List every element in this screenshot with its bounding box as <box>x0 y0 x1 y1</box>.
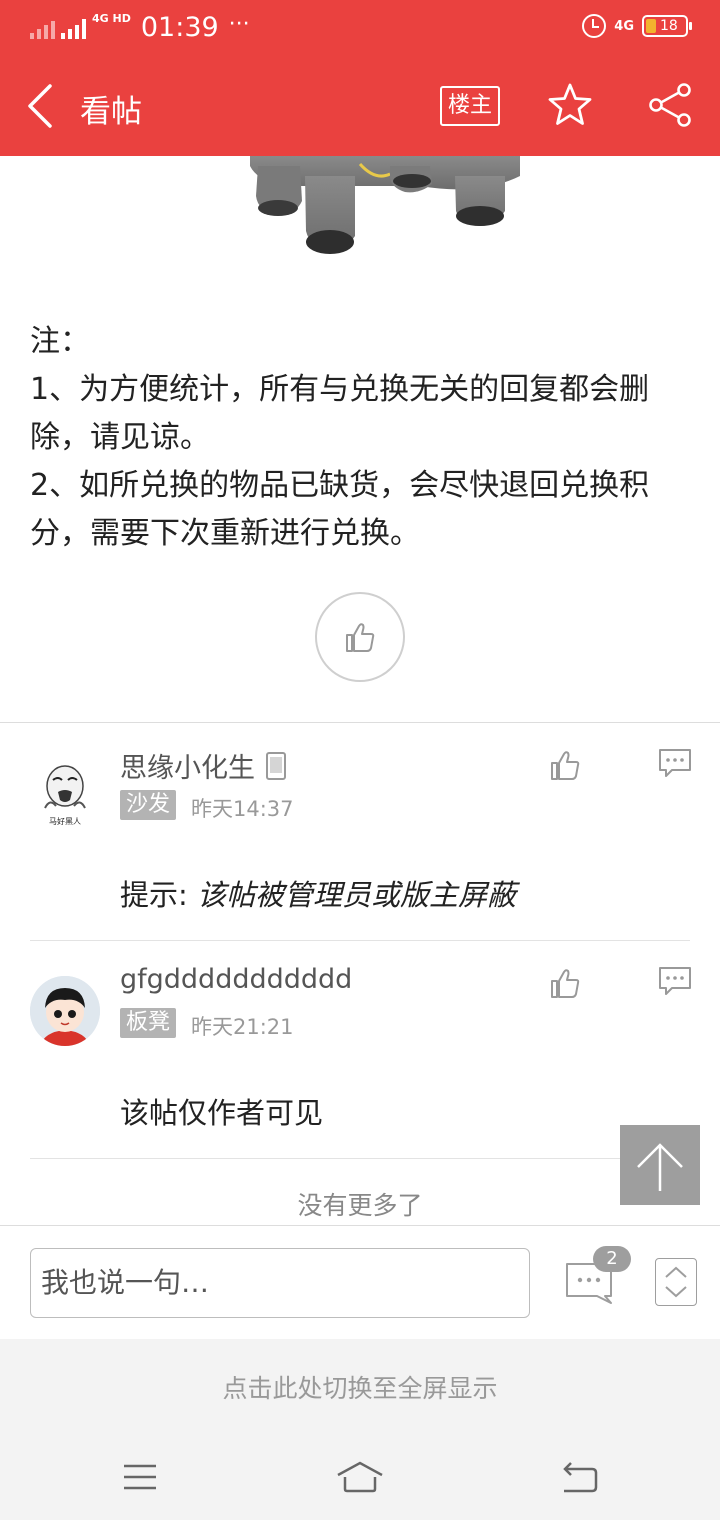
reply-bubble-icon[interactable] <box>658 966 692 996</box>
thumbs-up-icon <box>346 623 375 652</box>
nav-bar: 看帖 楼主 <box>0 58 720 156</box>
fullscreen-toggle[interactable]: 点击此处切换至全屏显示 <box>0 1339 720 1439</box>
status-right: 4G 18 <box>582 14 692 38</box>
cartoon-kid-avatar-image <box>30 976 100 1046</box>
comment-count-badge: 2 <box>593 1246 631 1272</box>
page-title: 看帖 <box>80 94 142 130</box>
top-bar: 4G HD 01:39 ··· 4G 18 看帖 楼主 <box>0 0 720 156</box>
arrow-up-icon <box>637 1143 683 1191</box>
status-time: 01:39 <box>140 12 219 43</box>
signal-strong-icon <box>61 17 86 39</box>
plush-toy-image <box>250 156 520 254</box>
comment-user-row: gfgddddddddddd <box>120 964 352 995</box>
owner-only-button[interactable]: 楼主 <box>440 86 500 126</box>
post-line: 1、为方便统计，所有与兑换无关的回复都会删除，请见谅。 <box>30 372 650 455</box>
network-type-left: 4G HD <box>92 12 131 25</box>
home-icon[interactable] <box>336 1457 384 1497</box>
chevron-left-icon <box>28 84 52 128</box>
comment-body: 该帖仅作者可见 <box>120 1090 323 1132</box>
comment-time: 昨天21:21 <box>191 1015 294 1039</box>
post-body: 注： 1、为方便统计，所有与兑换无关的回复都会删除，请见谅。 2、如所兑换的物品… <box>30 318 695 558</box>
section-divider <box>0 722 720 723</box>
reply-bubble-icon[interactable] <box>658 748 692 778</box>
back-button[interactable] <box>26 80 66 132</box>
thumbs-up-icon[interactable] <box>548 748 582 782</box>
post-image <box>0 156 720 276</box>
mobile-device-icon <box>266 751 286 780</box>
thumbs-up-icon[interactable] <box>548 966 582 1000</box>
signal-icon <box>30 17 55 39</box>
floor-badge: 沙发 <box>120 790 177 820</box>
comment-input[interactable]: 我也说一句… <box>30 1248 530 1318</box>
comment-body: 提示: 该帖被管理员或版主屏蔽 <box>120 872 516 914</box>
chevron-up-down-icon <box>665 1266 687 1298</box>
battery-level: 18 <box>660 18 678 34</box>
floor-badge: 板凳 <box>120 1008 177 1038</box>
avatar-caption: 马好黑人 <box>49 816 81 826</box>
post-line: 2、如所兑换的物品已缺货，会尽快退回兑换积分，需要下次重新进行兑换。 <box>30 468 650 551</box>
back-nav-icon[interactable] <box>560 1457 600 1497</box>
post-like-button[interactable] <box>315 592 405 682</box>
comment-divider <box>30 1158 690 1159</box>
avatar[interactable] <box>30 976 100 1046</box>
comment-divider <box>30 940 690 941</box>
status-dots: ··· <box>228 12 250 37</box>
comment-username[interactable]: 思缘小化生 <box>120 746 255 785</box>
meme-face-avatar-image: 马好黑人 <box>30 758 100 828</box>
network-type-right: 4G <box>614 18 634 34</box>
comment-time: 昨天14:37 <box>191 797 294 821</box>
comment-user-row: 思缘小化生 <box>120 746 287 785</box>
menu-icon[interactable] <box>120 1457 160 1497</box>
share-icon[interactable] <box>648 82 694 128</box>
star-icon[interactable] <box>547 82 593 128</box>
avatar[interactable]: 马好黑人 <box>30 758 100 828</box>
scroll-to-top-button[interactable] <box>620 1125 700 1205</box>
page-jump-button[interactable] <box>655 1258 697 1306</box>
comment-text: 该帖被管理员或版主屏蔽 <box>197 878 517 912</box>
status-left: 4G HD 01:39 ··· <box>30 12 250 43</box>
alarm-icon <box>582 14 607 38</box>
post-line: 注： <box>30 324 90 359</box>
system-nav-bar <box>0 1439 720 1520</box>
comment-bar: 我也说一句… 2 <box>0 1225 720 1338</box>
battery-icon: 18 <box>642 15 692 37</box>
comment-prefix: 提示: <box>120 878 197 912</box>
status-bar: 4G HD 01:39 ··· 4G 18 <box>0 0 720 58</box>
no-more-label: 没有更多了 <box>297 1191 423 1220</box>
comment-text: 该帖仅作者可见 <box>120 1096 324 1130</box>
comment-username[interactable]: gfgddddddddddd <box>120 964 352 995</box>
